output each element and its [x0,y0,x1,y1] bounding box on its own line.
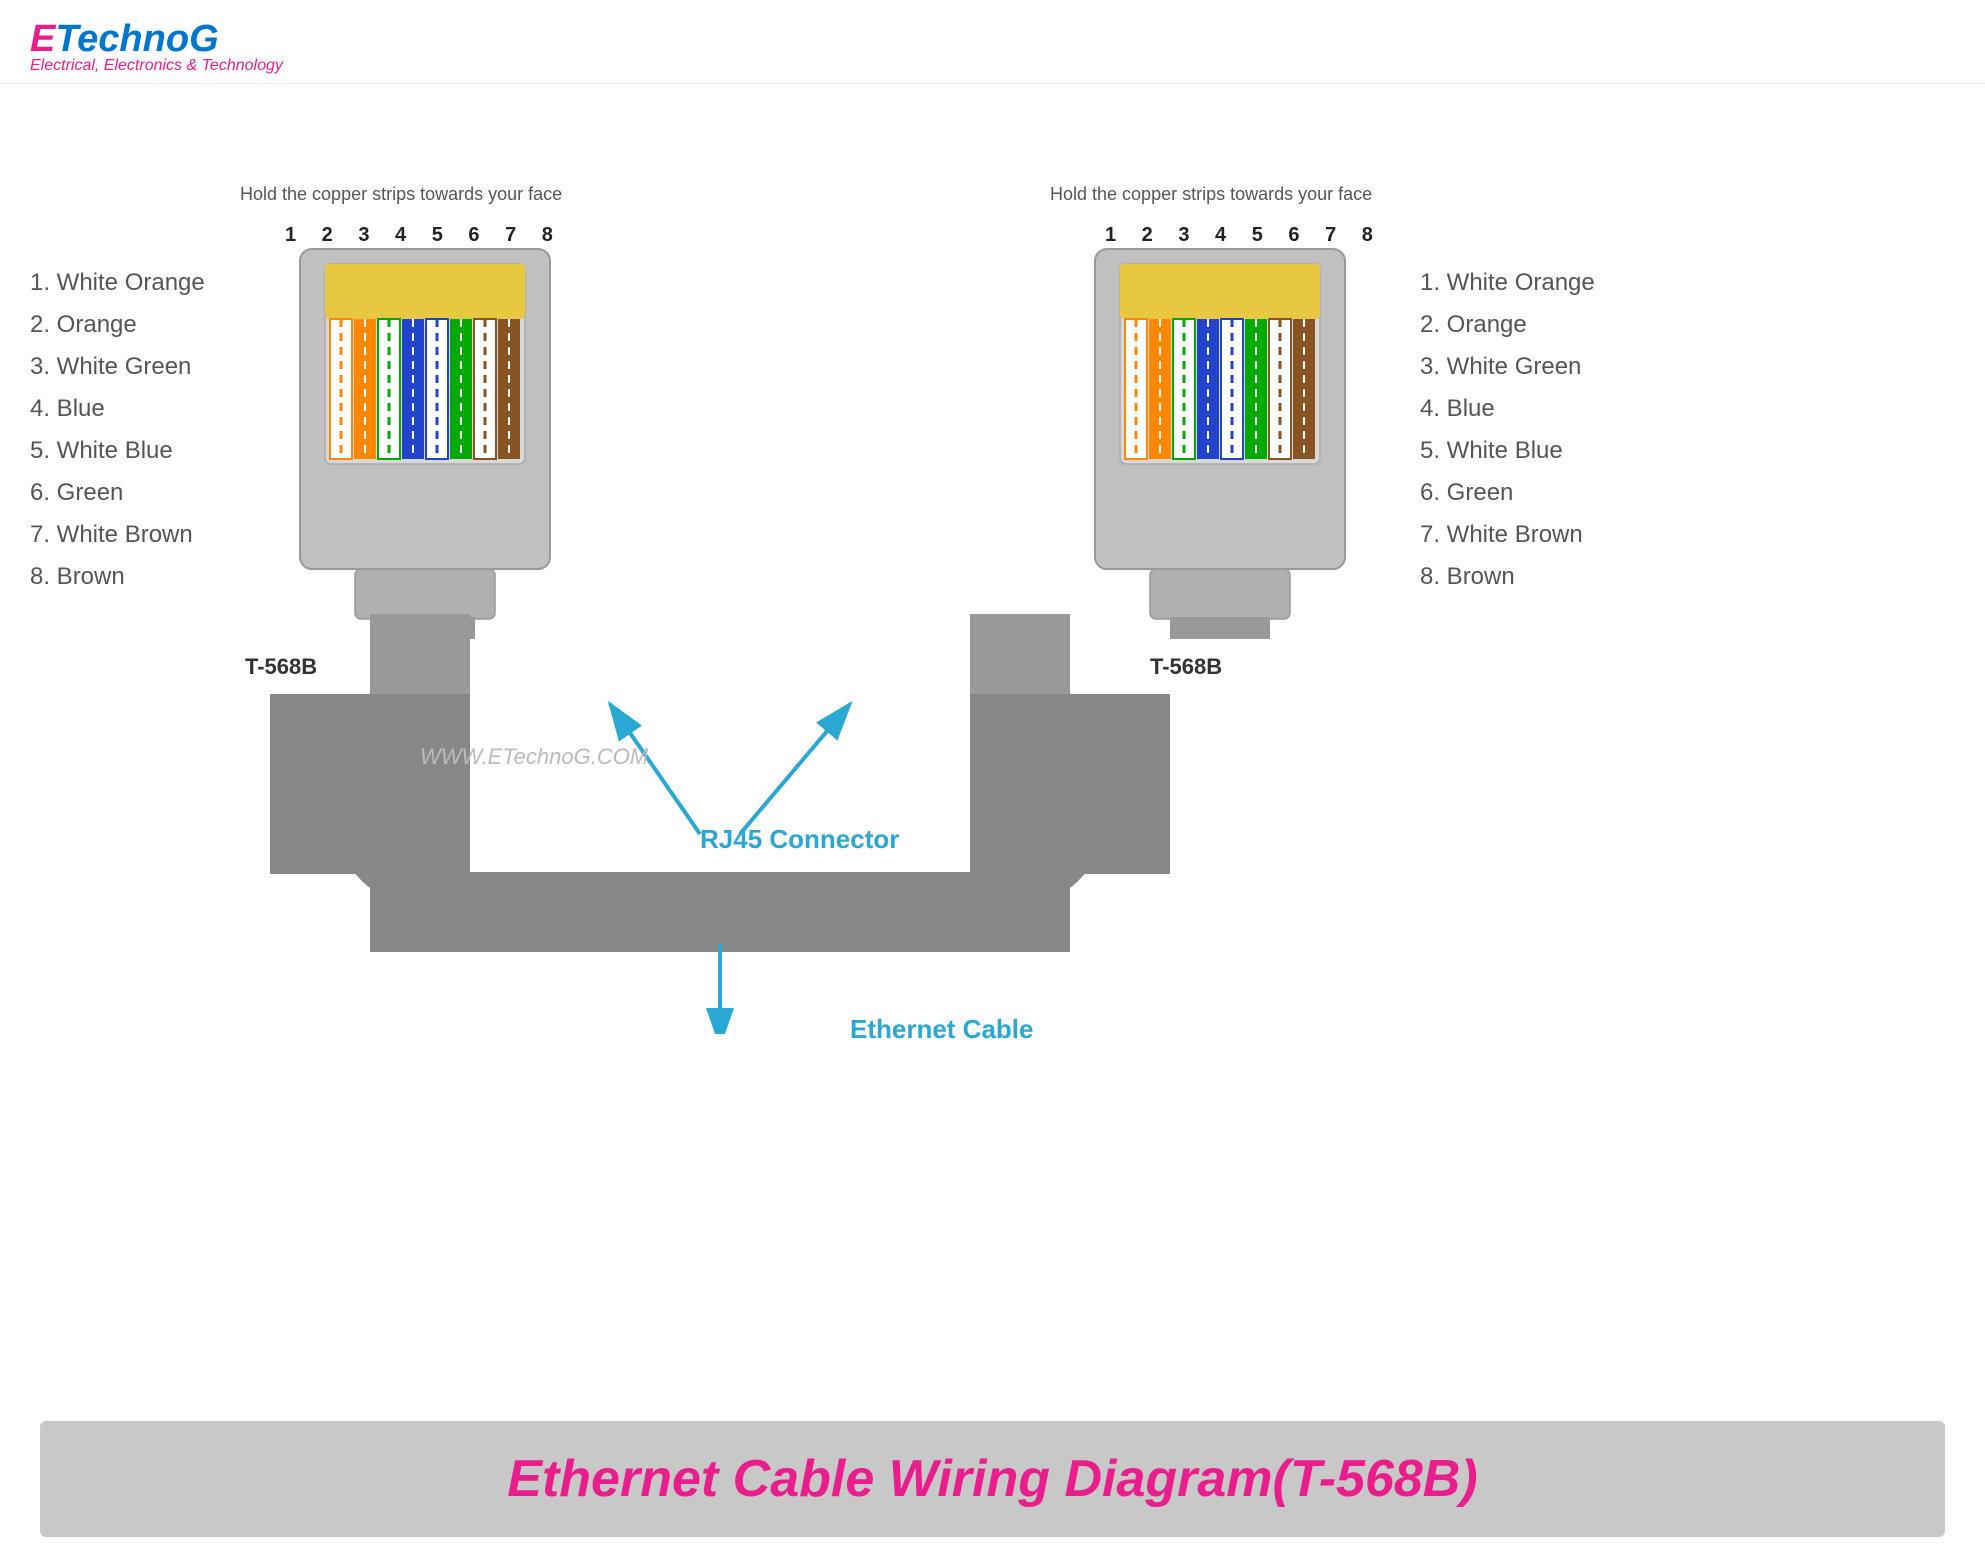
footer-title: Ethernet Cable Wiring Diagram(T-568B) [40,1449,1945,1509]
wire-label-5-left: 5. White Blue [30,437,205,465]
label-t568b-right: T-568B [1150,654,1222,680]
wire-label-4-left: 4. Blue [30,395,205,423]
rj45-connector-label: RJ45 Connector [700,824,899,855]
wire-label-2-right: 2. Orange [1420,311,1595,339]
wire-label-7-left: 7. White Brown [30,521,205,549]
label-t568b-left: T-568B [245,654,317,680]
wire-label-6-left: 6. Green [30,479,205,507]
instruction-left: Hold the copper strips towards your face [240,184,562,205]
ethernet-cable-label: Ethernet Cable [850,1014,1034,1045]
wire-label-7-right: 7. White Brown [1420,521,1595,549]
wire-label-2-left: 2. Orange [30,311,205,339]
wire-label-4-right: 4. Blue [1420,395,1595,423]
logo-technog: TechnoG [55,18,218,60]
wire-labels-right: 1. White Orange 2. Orange 3. White Green… [1420,269,1595,591]
wire-label-1-left: 1. White Orange [30,269,205,297]
wire-label-8-left: 8. Brown [30,563,205,591]
logo: ETechnoG Electrical, Electronics & Techn… [30,18,1955,75]
logo-tagline: Electrical, Electronics & Technology [30,57,1955,75]
instruction-right: Hold the copper strips towards your face [1050,184,1372,205]
wire-label-5-right: 5. White Blue [1420,437,1595,465]
wire-label-1-right: 1. White Orange [1420,269,1595,297]
watermark: WWW.ETechnoG.COM [420,744,648,770]
wire-label-6-right: 6. Green [1420,479,1595,507]
connector-right [1065,239,1375,639]
connector-left [270,239,580,639]
footer-banner: Ethernet Cable Wiring Diagram(T-568B) [40,1421,1945,1537]
wire-label-3-left: 3. White Green [30,353,205,381]
wire-label-3-right: 3. White Green [1420,353,1595,381]
wire-label-8-right: 8. Brown [1420,563,1595,591]
page-wrapper: ETechnoG Electrical, Electronics & Techn… [0,0,1985,1557]
logo-e: E [30,18,55,60]
header: ETechnoG Electrical, Electronics & Techn… [0,0,1985,84]
wire-labels-left: 1. White Orange 2. Orange 3. White Green… [30,269,205,591]
main-diagram-area: Hold the copper strips towards your face… [0,84,1985,1401]
